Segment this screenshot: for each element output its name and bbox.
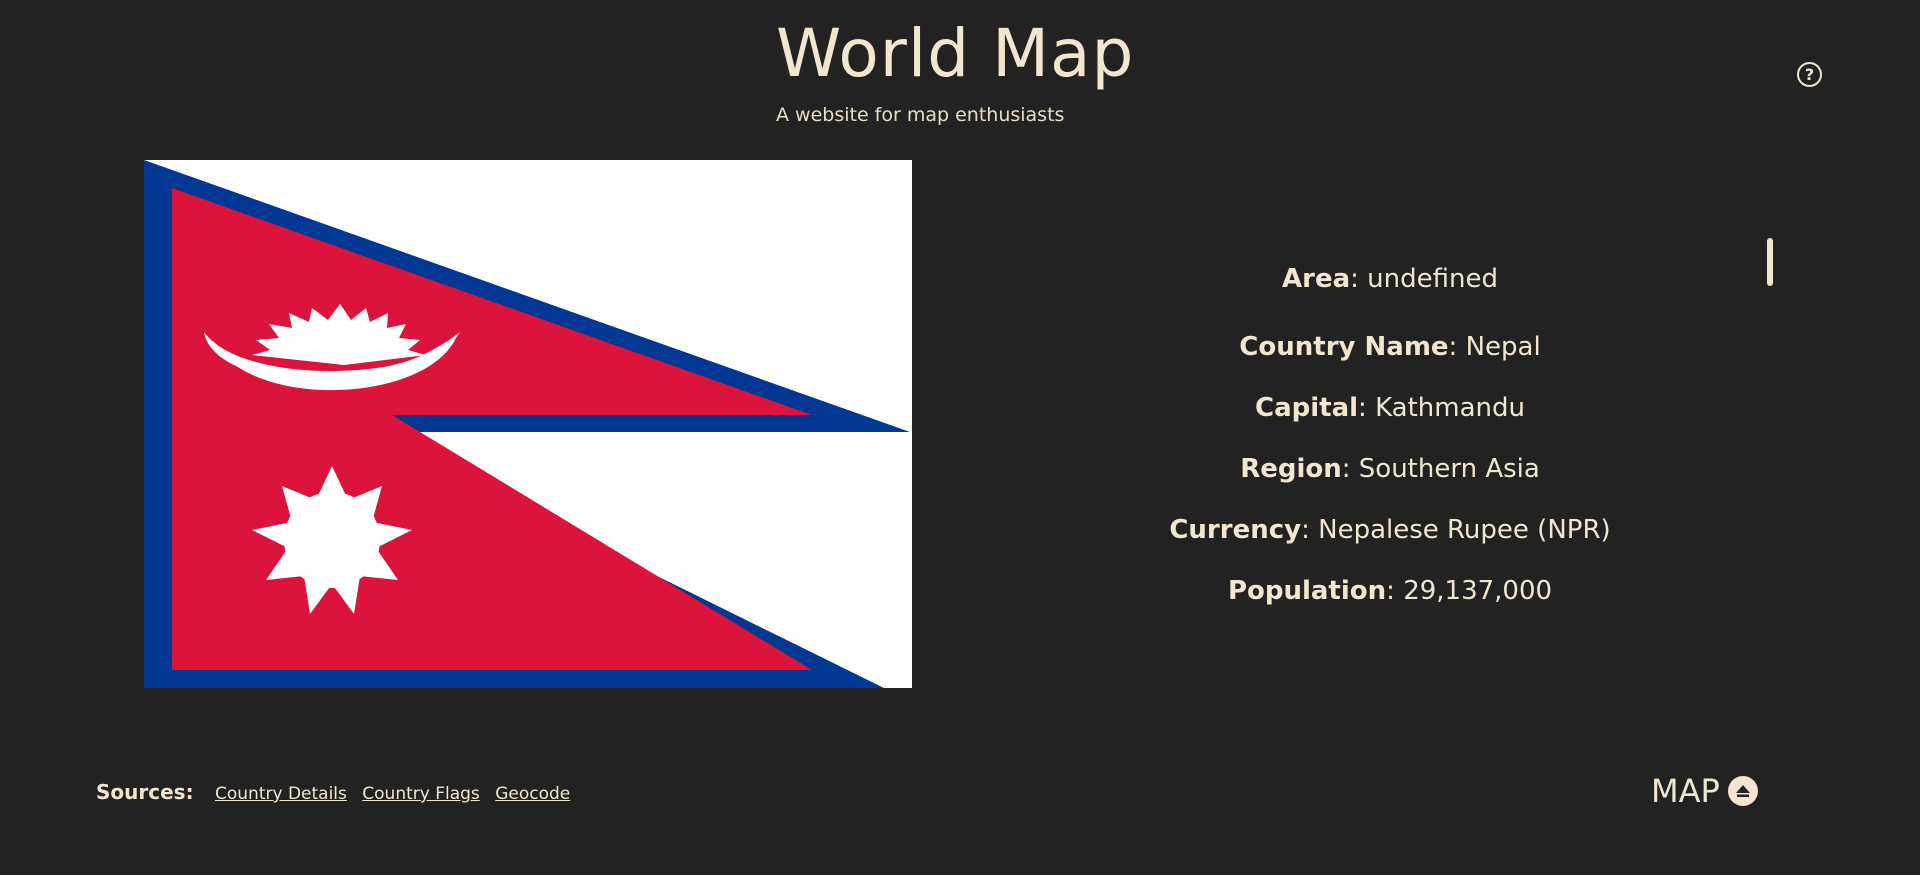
detail-key: Currency <box>1169 515 1302 545</box>
map-button[interactable]: MAP <box>1651 772 1758 810</box>
detail-key: Population <box>1227 576 1387 606</box>
country-details: Area: undefined Country Name: Nepal Capi… <box>1040 240 1740 640</box>
detail-value: 29,137,000 <box>1403 576 1553 606</box>
sources-links: Country Details Country Flags Geocode <box>215 784 580 804</box>
detail-value: Kathmandu <box>1375 393 1525 423</box>
detail-key: Capital <box>1255 393 1359 423</box>
detail-value: Nepal <box>1465 332 1541 362</box>
question-mark-icon: ? <box>1804 65 1815 84</box>
map-button-label: MAP <box>1651 772 1720 810</box>
help-button[interactable]: ? <box>1797 62 1822 87</box>
link-geocode[interactable]: Geocode <box>495 784 570 804</box>
detail-row-population: Population: 29,137,000 <box>1227 576 1553 606</box>
detail-row-currency: Currency: Nepalese Rupee (NPR) <box>1169 515 1611 545</box>
detail-row-region: Region: Southern Asia <box>1240 454 1540 484</box>
detail-row-country-name: Country Name: Nepal <box>1239 332 1541 362</box>
detail-row-area: Area: undefined <box>1282 264 1498 294</box>
detail-key: Area <box>1282 264 1351 294</box>
country-flag-image <box>144 160 912 688</box>
detail-value: Southern Asia <box>1358 454 1540 484</box>
detail-key: Country Name <box>1239 332 1449 362</box>
link-country-details[interactable]: Country Details <box>215 784 347 804</box>
page-title: World Map <box>776 15 1135 92</box>
detail-row-capital: Capital: Kathmandu <box>1255 393 1525 423</box>
detail-value: Nepalese Rupee (NPR) <box>1318 515 1611 545</box>
arrow-up-circle-icon <box>1727 776 1758 806</box>
page: World Map A website for map enthusiasts … <box>0 0 1920 875</box>
page-subtitle: A website for map enthusiasts <box>776 104 1065 126</box>
sources-label: Sources: <box>96 780 194 804</box>
detail-value: undefined <box>1367 264 1498 294</box>
detail-key: Region <box>1240 454 1342 484</box>
link-country-flags[interactable]: Country Flags <box>362 784 480 804</box>
details-scrollbar[interactable] <box>1767 238 1773 286</box>
